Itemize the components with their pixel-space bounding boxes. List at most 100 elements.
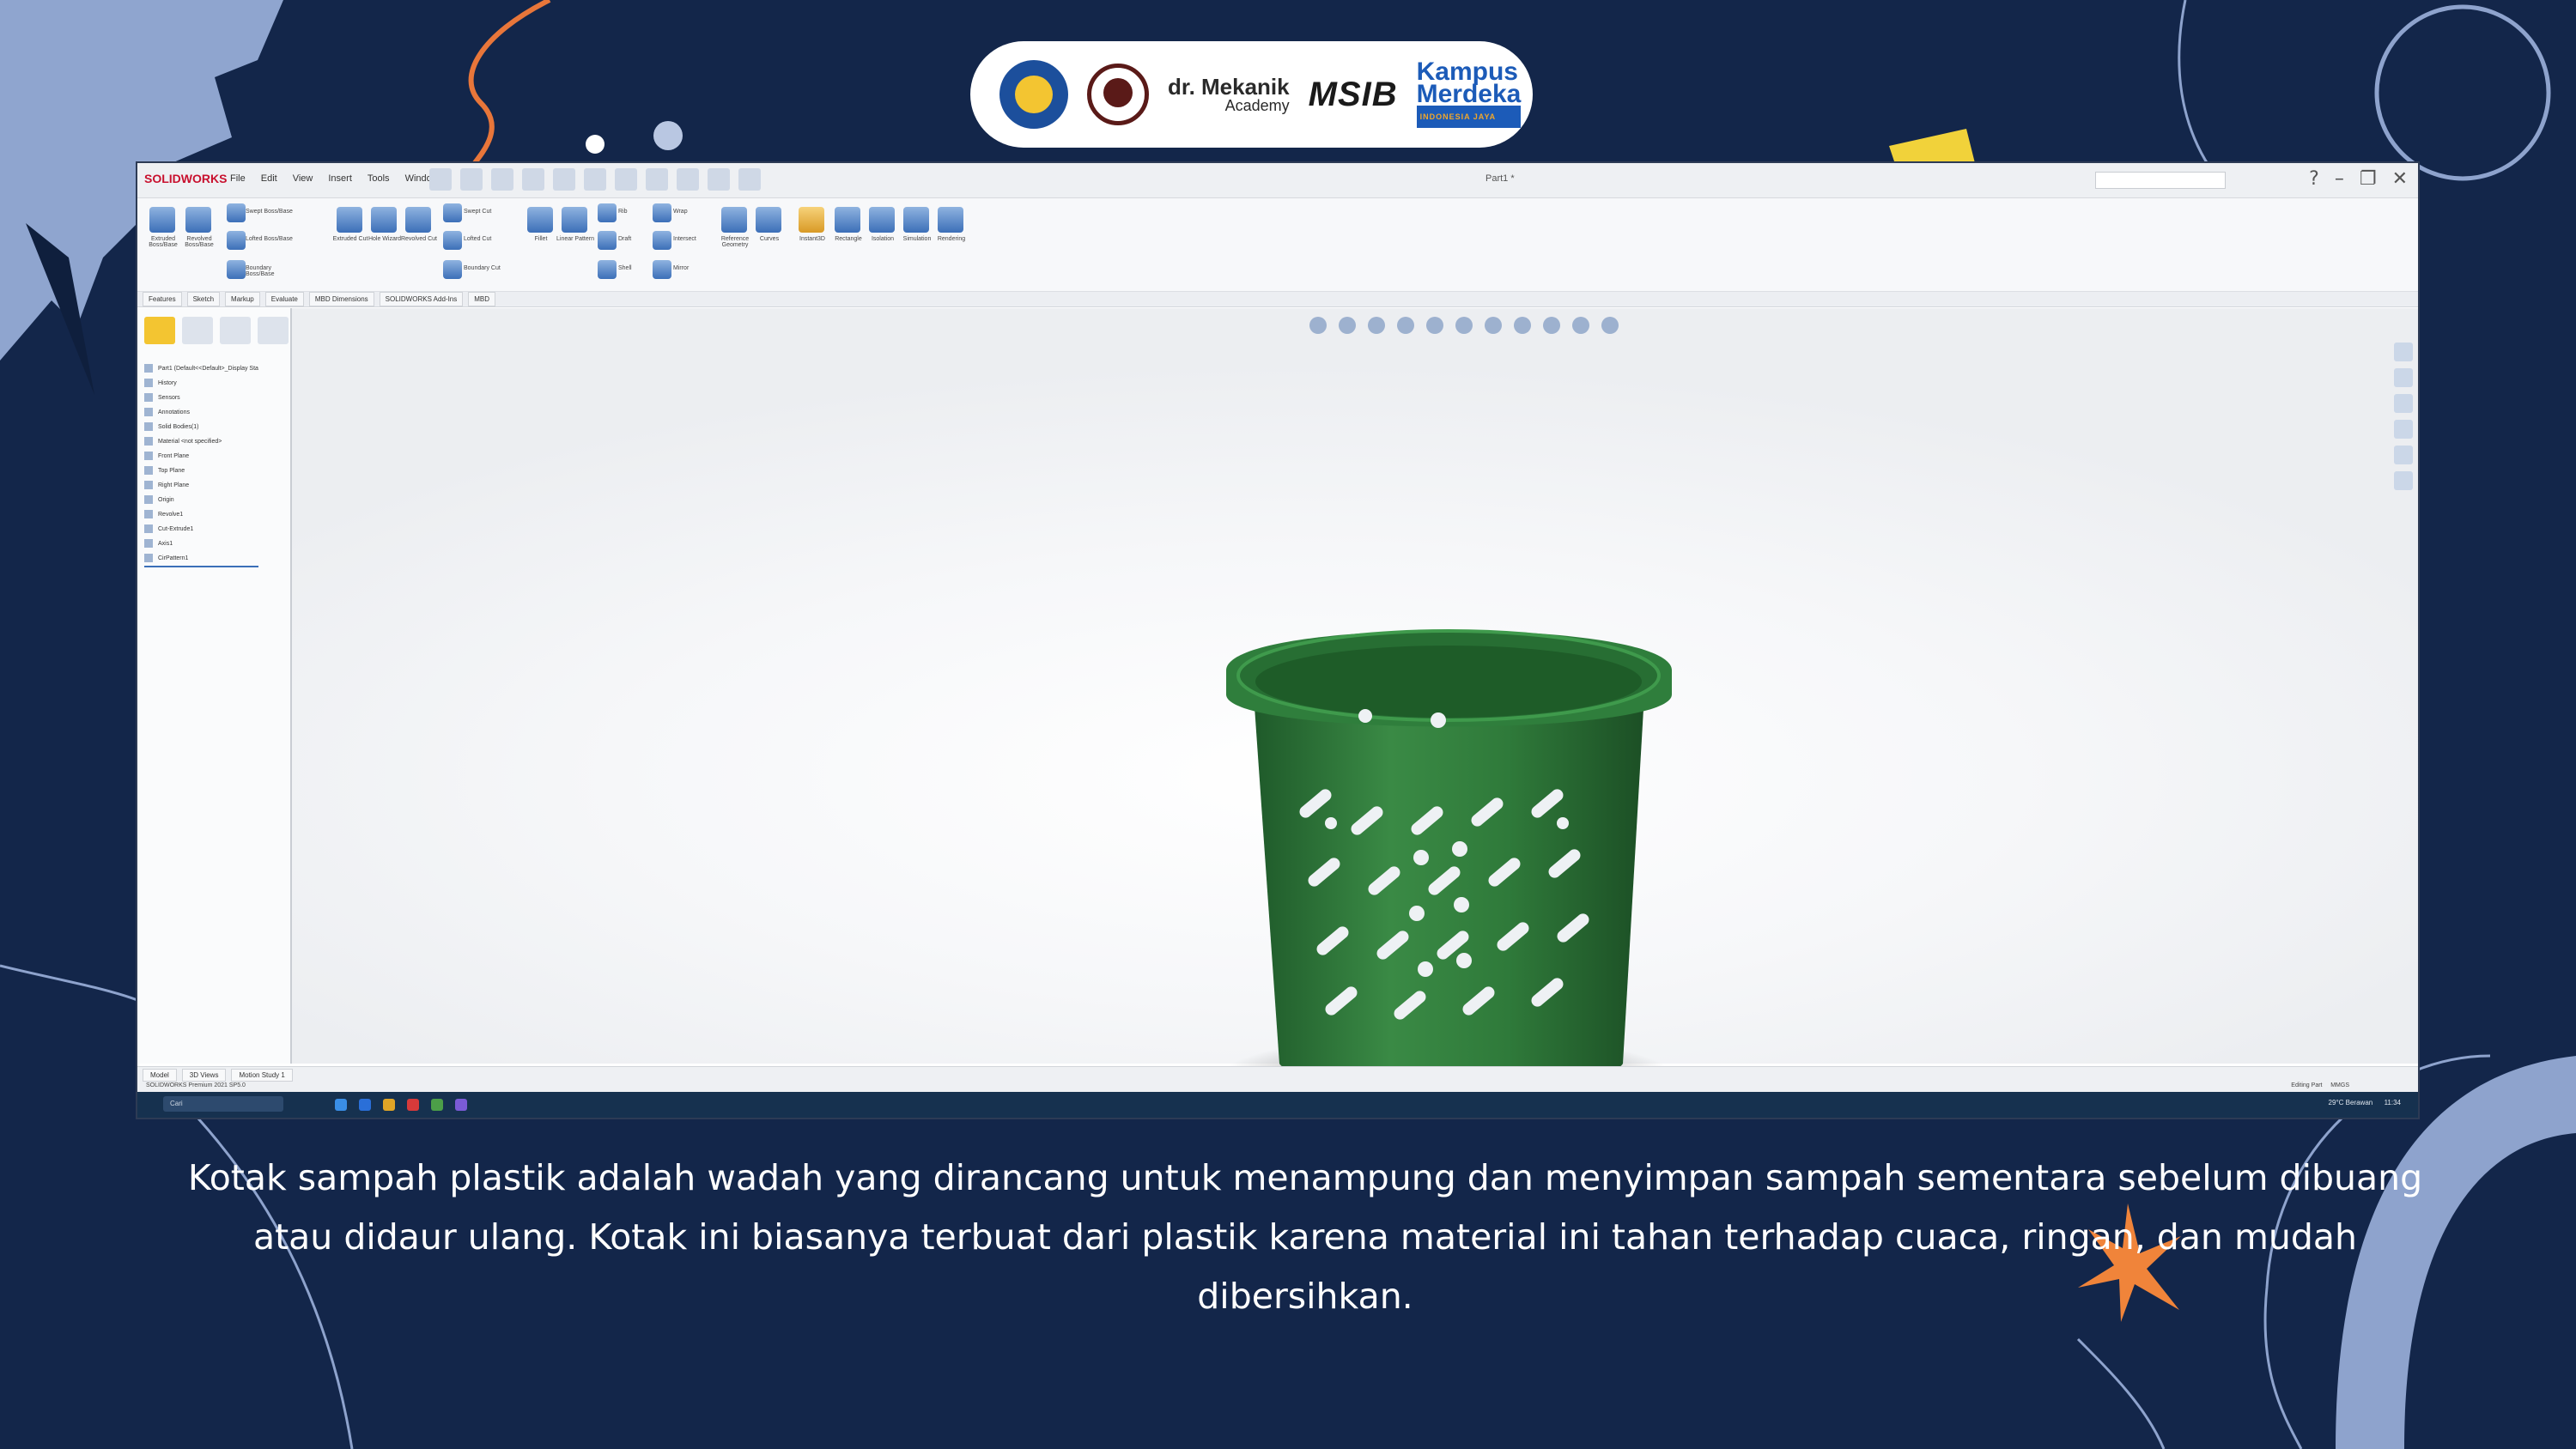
rib-icon[interactable] <box>598 203 617 222</box>
solidworks-taskbar-icon[interactable] <box>407 1099 419 1111</box>
dynamic-annotation-icon[interactable] <box>1426 317 1443 334</box>
reference-geometry-icon[interactable] <box>721 207 747 233</box>
fillet-icon[interactable] <box>527 207 553 233</box>
tree-item[interactable]: Sensors <box>144 391 258 405</box>
tree-item[interactable]: Revolve1 <box>144 507 258 522</box>
tab-features[interactable]: Features <box>143 292 182 306</box>
menu-file[interactable]: File <box>230 173 246 184</box>
display-style-icon[interactable] <box>1485 317 1502 334</box>
simulation-icon[interactable] <box>903 207 929 233</box>
home-icon[interactable] <box>429 168 452 191</box>
extruded-boss-icon[interactable] <box>149 207 175 233</box>
zoom-to-fit-icon[interactable] <box>1309 317 1327 334</box>
shell-icon[interactable] <box>598 260 617 279</box>
app-icon[interactable] <box>455 1099 467 1111</box>
revolved-cut-icon[interactable] <box>405 207 431 233</box>
minimize-icon[interactable]: – <box>2335 168 2344 191</box>
edge-icon[interactable] <box>359 1099 371 1111</box>
feature-manager-icon[interactable] <box>144 317 175 344</box>
hole-wizard-icon[interactable] <box>371 207 397 233</box>
tab-addins[interactable]: SOLIDWORKS Add-Ins <box>379 292 464 306</box>
boundary-cut-icon[interactable] <box>443 260 462 279</box>
swept-boss-icon[interactable] <box>227 203 246 222</box>
redo-icon[interactable] <box>615 168 637 191</box>
open-icon[interactable] <box>491 168 513 191</box>
tree-item[interactable]: Cut-Extrude1 <box>144 522 258 537</box>
tab-3d-views[interactable]: 3D Views <box>181 1069 227 1082</box>
view-palette-icon[interactable] <box>2394 420 2413 439</box>
restore-icon[interactable]: ❐ <box>2360 168 2377 191</box>
linear-pattern-icon[interactable] <box>562 207 587 233</box>
tree-item[interactable]: History <box>144 376 258 391</box>
isolation-icon[interactable] <box>869 207 895 233</box>
appearances-icon[interactable] <box>2394 446 2413 464</box>
tree-item[interactable]: Origin <box>144 493 258 507</box>
instant3d-icon[interactable] <box>799 207 824 233</box>
menu-view[interactable]: View <box>293 173 313 184</box>
save-icon[interactable] <box>522 168 544 191</box>
mirror-icon[interactable] <box>653 260 671 279</box>
lofted-boss-icon[interactable] <box>227 231 246 250</box>
resources-icon[interactable] <box>2394 343 2413 361</box>
chrome-icon[interactable] <box>431 1099 443 1111</box>
rectangle-icon[interactable] <box>835 207 860 233</box>
close-icon[interactable]: ✕ <box>2392 168 2408 191</box>
zoom-to-area-icon[interactable] <box>1339 317 1356 334</box>
tab-sketch[interactable]: Sketch <box>186 292 221 306</box>
search-input[interactable] <box>2095 172 2226 189</box>
swept-cut-icon[interactable] <box>443 203 462 222</box>
file-properties-icon[interactable] <box>708 168 730 191</box>
tree-item[interactable]: CirPattern1 <box>144 551 258 567</box>
print-icon[interactable] <box>553 168 575 191</box>
menu-insert[interactable]: Insert <box>328 173 352 184</box>
revolved-boss-icon[interactable] <box>185 207 211 233</box>
select-icon[interactable] <box>646 168 668 191</box>
property-manager-icon[interactable] <box>182 317 213 344</box>
dimxpert-icon[interactable] <box>258 317 289 344</box>
curves-icon[interactable] <box>756 207 781 233</box>
graphics-area[interactable] <box>292 308 2418 1118</box>
units-text[interactable]: MMGS <box>2330 1082 2349 1088</box>
tree-item[interactable]: Top Plane <box>144 464 258 478</box>
intersect-icon[interactable] <box>653 231 671 250</box>
menu-tools[interactable]: Tools <box>368 173 390 184</box>
hide-show-items-icon[interactable] <box>1514 317 1531 334</box>
tree-item[interactable]: Solid Bodies(1) <box>144 420 258 434</box>
tree-item[interactable]: Annotations <box>144 405 258 420</box>
task-view-icon[interactable] <box>335 1099 347 1111</box>
tab-markup[interactable]: Markup <box>225 292 260 306</box>
design-library-icon[interactable] <box>2394 368 2413 387</box>
help-icon[interactable]: ? <box>2309 168 2319 191</box>
tree-item[interactable]: Front Plane <box>144 449 258 464</box>
tree-item[interactable]: Right Plane <box>144 478 258 493</box>
draft-icon[interactable] <box>598 231 617 250</box>
boundary-boss-icon[interactable] <box>227 260 246 279</box>
section-view-icon[interactable] <box>1397 317 1414 334</box>
tab-mbd-dimensions[interactable]: MBD Dimensions <box>308 292 374 306</box>
options-gear-icon[interactable] <box>738 168 761 191</box>
rebuild-icon[interactable] <box>677 168 699 191</box>
view-settings-icon[interactable] <box>1601 317 1619 334</box>
tab-evaluate[interactable]: Evaluate <box>264 292 304 306</box>
tree-item[interactable]: Axis1 <box>144 537 258 551</box>
custom-properties-icon[interactable] <box>2394 471 2413 490</box>
extruded-cut-icon[interactable] <box>337 207 362 233</box>
tree-item[interactable]: Part1 (Default<<Default>_Display Sta <box>144 361 258 376</box>
file-explorer-icon[interactable] <box>2394 394 2413 413</box>
tree-item[interactable]: Material <not specified> <box>144 434 258 449</box>
edit-appearance-icon[interactable] <box>1543 317 1560 334</box>
tab-mbd[interactable]: MBD <box>468 292 496 306</box>
wrap-icon[interactable] <box>653 203 671 222</box>
lofted-cut-icon[interactable] <box>443 231 462 250</box>
menu-edit[interactable]: Edit <box>261 173 277 184</box>
previous-view-icon[interactable] <box>1368 317 1385 334</box>
rendering-icon[interactable] <box>938 207 963 233</box>
file-explorer-icon[interactable] <box>383 1099 395 1111</box>
new-document-icon[interactable] <box>460 168 483 191</box>
undo-icon[interactable] <box>584 168 606 191</box>
tab-motion-study[interactable]: Motion Study 1 <box>231 1069 293 1082</box>
configuration-manager-icon[interactable] <box>220 317 251 344</box>
view-orientation-icon[interactable] <box>1455 317 1473 334</box>
apply-scene-icon[interactable] <box>1572 317 1589 334</box>
taskbar-search[interactable]: Cari <box>163 1096 283 1112</box>
